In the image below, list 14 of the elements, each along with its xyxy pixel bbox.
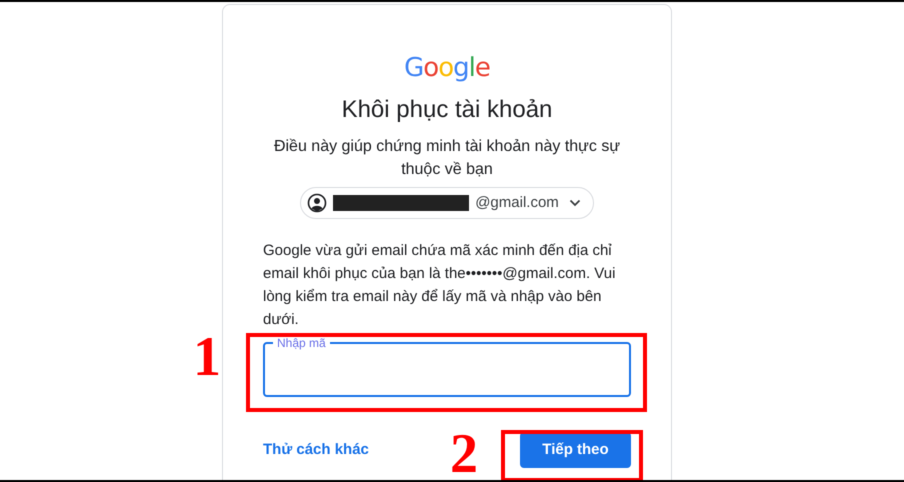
account-chip[interactable]: @gmail.com	[300, 187, 594, 219]
code-field-label: Nhập mã	[276, 336, 327, 350]
chevron-down-icon	[568, 199, 581, 207]
account-icon	[307, 193, 328, 213]
try-another-way-link[interactable]: Thử cách khác	[263, 438, 369, 462]
verification-message: Google vừa gửi email chứa mã xác minh đến địa chỉ email khôi phục của bạn là the•••••••@gmail.com. Vui lòng kiểm tra email này để lấy mã và nhập vào bên dưới.	[263, 241, 616, 330]
account-email: @gmail.com	[475, 192, 559, 213]
step-number: 2	[450, 424, 478, 480]
google-logo: Google	[404, 53, 490, 83]
subtitle: Điều này giúp chứng minh tài khoản này thực sự thuộc về bạn	[272, 137, 622, 180]
code-field[interactable]: Nhập mã	[263, 336, 631, 397]
step-number: 1	[193, 327, 221, 387]
page-title: Khôi phục tài khoản	[342, 95, 552, 125]
next-button[interactable]: Tiếp theo	[520, 432, 631, 468]
